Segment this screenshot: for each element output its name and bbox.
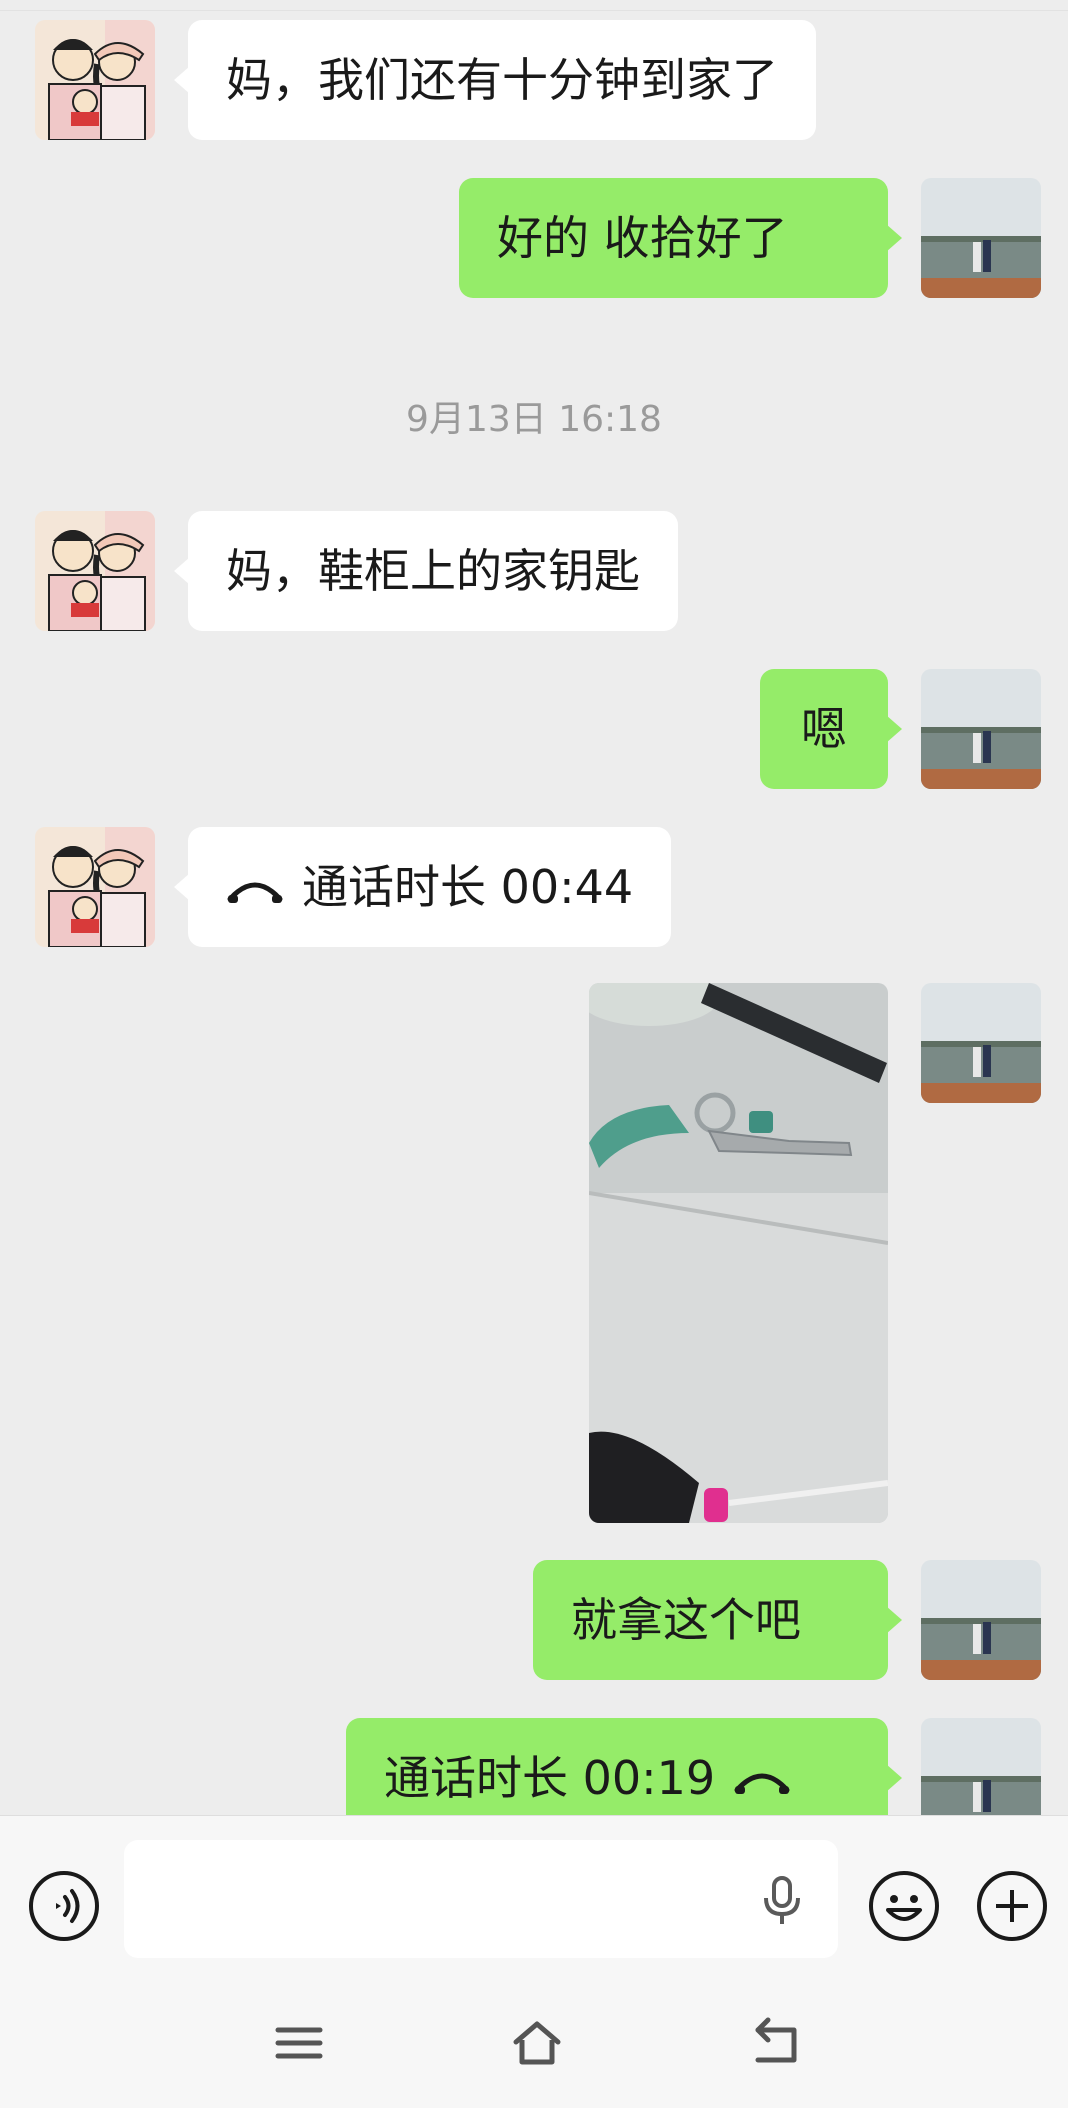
message-text: 好的 收拾好了 bbox=[497, 211, 788, 265]
call-record-incoming[interactable]: 通话时长 00:44 bbox=[173, 827, 672, 949]
message-bubble-incoming[interactable]: 妈，鞋柜上的家钥匙 bbox=[174, 511, 678, 631]
my-avatar[interactable] bbox=[921, 178, 1041, 298]
message-input[interactable] bbox=[124, 1840, 838, 1958]
message-bubble-outgoing[interactable]: 嗯 bbox=[760, 669, 902, 789]
plus-icon[interactable] bbox=[976, 1870, 1048, 1942]
input-bar bbox=[0, 1815, 1068, 1981]
message-bubble-incoming[interactable]: 妈，我们还有十分钟到家了 bbox=[174, 20, 816, 140]
my-avatar[interactable] bbox=[921, 669, 1041, 789]
message-bubble-outgoing[interactable]: 就拿这个吧 bbox=[533, 1560, 902, 1680]
my-avatar[interactable] bbox=[921, 1560, 1041, 1680]
home-icon[interactable] bbox=[510, 2016, 564, 2070]
contact-avatar[interactable] bbox=[35, 827, 155, 947]
message-text: 妈，我们还有十分钟到家了 bbox=[226, 53, 778, 107]
chat-message-list[interactable]: 妈，我们还有十分钟到家了 好的 收拾好了 9月13日 16:18 妈，鞋柜上的家… bbox=[0, 0, 1068, 1815]
voice-mode-icon[interactable] bbox=[28, 1870, 100, 1942]
my-avatar[interactable] bbox=[921, 1718, 1041, 1815]
call-duration-text: 通话时长 00:44 bbox=[302, 860, 634, 914]
message-text: 妈，鞋柜上的家钥匙 bbox=[226, 544, 640, 598]
image-message-keys[interactable] bbox=[589, 983, 888, 1523]
call-duration-text: 通话时长 00:19 bbox=[384, 1751, 716, 1805]
menu-icon[interactable] bbox=[272, 2016, 326, 2070]
call-record-outgoing[interactable]: 通话时长 00:19 bbox=[346, 1718, 902, 1816]
contact-avatar[interactable] bbox=[35, 511, 155, 631]
system-nav-bar bbox=[0, 1980, 1068, 2108]
divider bbox=[0, 10, 1068, 11]
microphone-icon[interactable] bbox=[762, 1876, 802, 1926]
contact-avatar[interactable] bbox=[35, 20, 155, 140]
emoji-icon[interactable] bbox=[868, 1870, 940, 1942]
phone-hangup-icon bbox=[226, 829, 284, 949]
message-text: 嗯 bbox=[801, 702, 847, 756]
back-icon[interactable] bbox=[750, 2016, 804, 2070]
timestamp: 9月13日 16:18 bbox=[406, 399, 662, 440]
message-bubble-outgoing[interactable]: 好的 收拾好了 bbox=[459, 178, 902, 298]
message-text: 就拿这个吧 bbox=[571, 1593, 801, 1647]
my-avatar[interactable] bbox=[921, 983, 1041, 1103]
phone-hangup-icon bbox=[733, 1720, 791, 1816]
